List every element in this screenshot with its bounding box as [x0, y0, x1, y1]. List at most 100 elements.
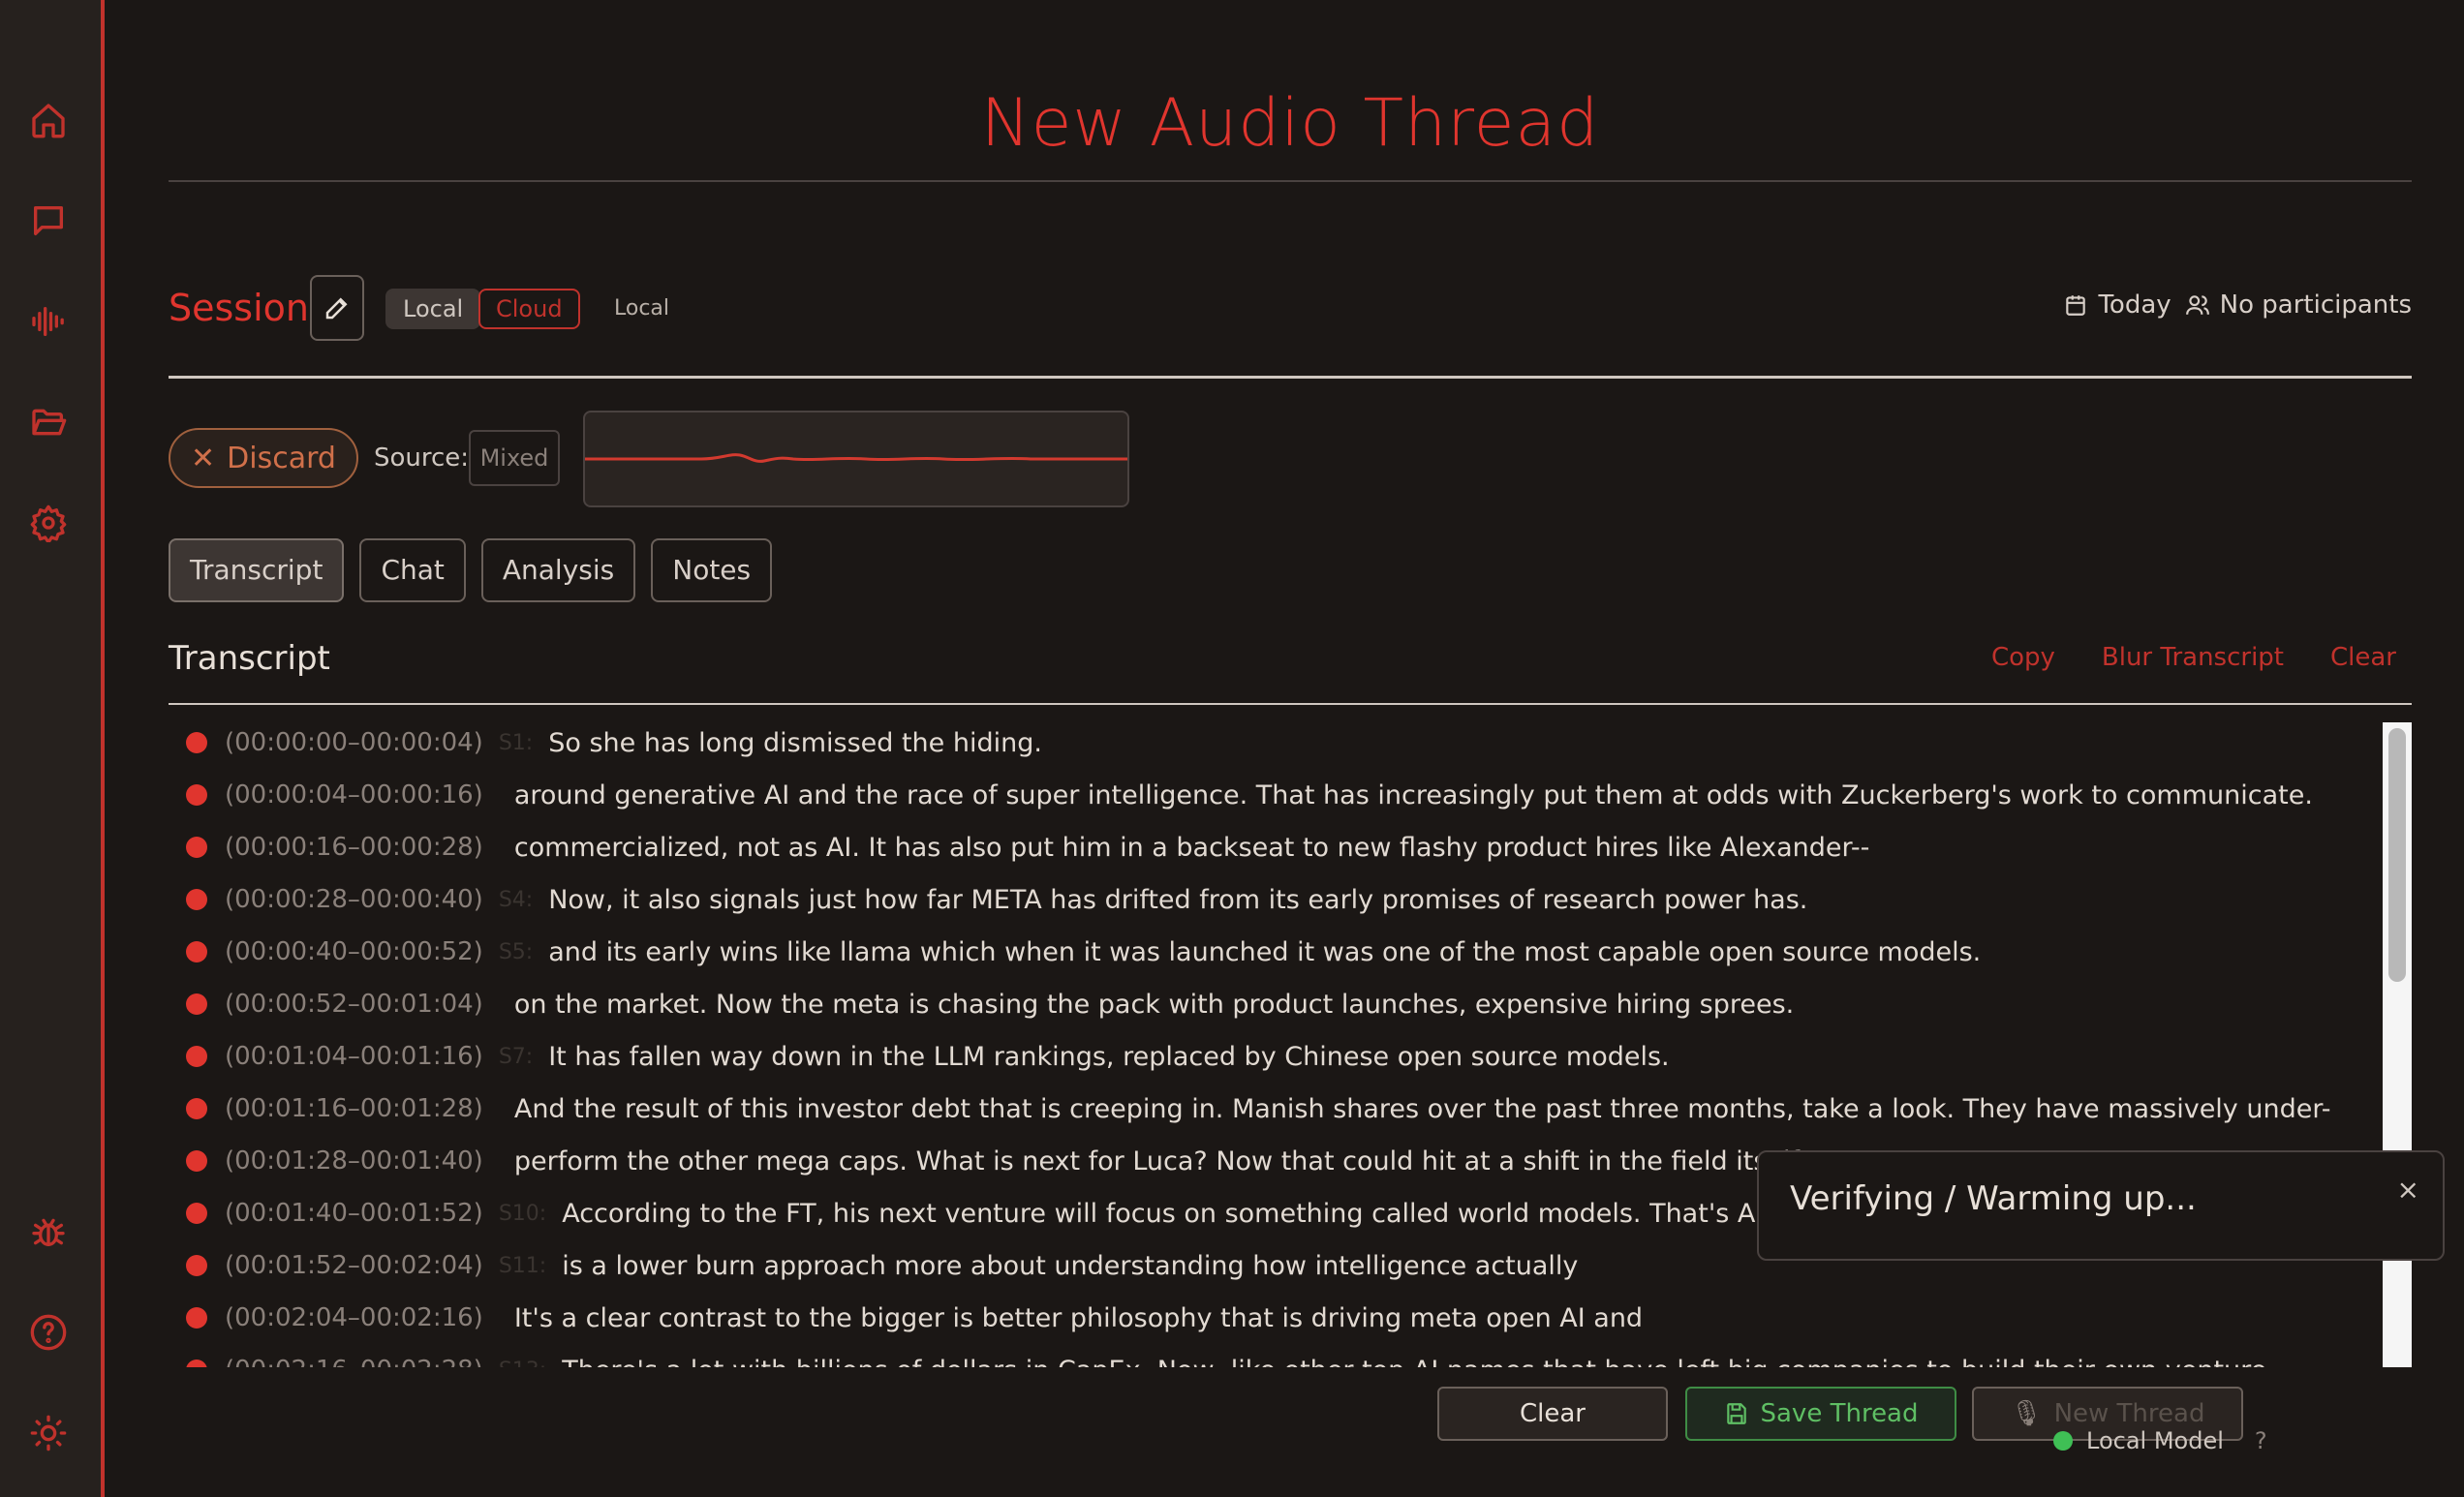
- tab-analysis[interactable]: Analysis: [480, 538, 636, 602]
- line-text: According to the FT, his next venture wi…: [562, 1198, 1954, 1229]
- close-icon: ✕: [191, 441, 216, 475]
- source-select[interactable]: Mixed: [469, 430, 560, 486]
- waveform-icon[interactable]: [27, 300, 70, 343]
- bug-icon[interactable]: [27, 1210, 70, 1253]
- session-participants[interactable]: No participants: [2185, 290, 2412, 320]
- copy-button[interactable]: Copy: [1991, 643, 2055, 672]
- discard-label: Discard: [227, 441, 336, 475]
- line-text: Now, it also signals just how far META h…: [548, 884, 1808, 915]
- toast-close-button[interactable]: ×: [2397, 1174, 2419, 1206]
- scrollbar-thumb[interactable]: [2388, 728, 2406, 982]
- save-icon: [1726, 1403, 1746, 1424]
- transcript-line[interactable]: (00:00:28–00:00:40) S4: Now, it also signa…: [186, 873, 1807, 926]
- line-text: and its early wins like llama which when…: [548, 936, 1982, 967]
- line-text: on the market. Now the meta is chasing t…: [513, 989, 1795, 1020]
- blur-transcript-button[interactable]: Blur Transcript: [2102, 643, 2284, 672]
- line-timestamp: (00:01:28–00:01:40): [225, 1146, 483, 1176]
- line-text: There's a lot with billions of dollars i…: [562, 1356, 2266, 1368]
- line-speaker: S11:: [498, 1253, 547, 1278]
- line-text: It has fallen way down in the LLM rankin…: [548, 1041, 1670, 1072]
- line-text: commercialized, not as AI. It has also p…: [513, 832, 1870, 863]
- transcript-line[interactable]: (00:00:52–00:01:04) on the market. Now th…: [186, 978, 1794, 1030]
- record-dot-icon[interactable]: [186, 784, 207, 806]
- tab-chat[interactable]: Chat: [359, 538, 466, 602]
- transcript-header: Transcript Copy Blur Transcript Clear: [169, 635, 2412, 686]
- transcript-line[interactable]: (00:01:04–00:01:16) S7: It has fallen way …: [186, 1030, 1670, 1083]
- help-icon[interactable]: [27, 1311, 70, 1354]
- transcript-line[interactable]: (00:00:00–00:00:04) S1: So she has long di…: [186, 717, 1042, 769]
- line-text: So she has long dismissed the hiding.: [548, 727, 1042, 758]
- transcript-title: Transcript: [169, 639, 330, 678]
- session-date[interactable]: Today: [2063, 290, 2171, 320]
- clear-transcript-button[interactable]: Clear: [2330, 643, 2396, 672]
- save-thread-label: Save Thread: [1760, 1399, 1919, 1428]
- model-status: Local Model ?: [2053, 1427, 2267, 1454]
- record-dot-icon[interactable]: [186, 1255, 207, 1276]
- toast-message: Verifying / Warming up...: [1790, 1179, 2197, 1218]
- users-icon: [2185, 295, 2209, 315]
- line-timestamp: (00:01:52–00:02:04): [225, 1251, 483, 1280]
- sun-icon[interactable]: [27, 1412, 70, 1454]
- mode-local-button[interactable]: Local: [385, 289, 481, 329]
- microphone-icon: 🎙: [2010, 1399, 2043, 1428]
- mode-cloud-button[interactable]: Cloud: [478, 289, 580, 329]
- record-dot-icon[interactable]: [186, 1360, 207, 1367]
- discard-button[interactable]: ✕ Discard: [169, 428, 358, 488]
- record-dot-icon[interactable]: [186, 1046, 207, 1067]
- transcript-divider: [169, 703, 2412, 705]
- line-speaker: S4:: [498, 887, 534, 912]
- transcript-line[interactable]: (00:02:04–00:02:16) It's a clear contrast…: [186, 1292, 1643, 1344]
- line-timestamp: (00:00:28–00:00:40): [225, 885, 483, 914]
- record-dot-icon[interactable]: [186, 837, 207, 858]
- transcript-list: (00:00:00–00:00:04) S1: So she has long di…: [186, 717, 2385, 1367]
- current-mode-text: Local: [614, 296, 670, 321]
- record-dot-icon[interactable]: [186, 732, 207, 753]
- line-text: It's a clear contrast to the bigger is b…: [513, 1302, 1644, 1333]
- record-dot-icon[interactable]: [186, 941, 207, 962]
- tab-notes[interactable]: Notes: [651, 538, 773, 602]
- line-speaker: S7:: [498, 1044, 534, 1069]
- model-status-label: Local Model: [2086, 1427, 2224, 1454]
- clear-button[interactable]: Clear: [1437, 1387, 1668, 1441]
- record-dot-icon[interactable]: [186, 1150, 207, 1172]
- sidebar: [0, 0, 105, 1497]
- transcript-line[interactable]: (00:01:16–00:01:28) And the result of thi…: [186, 1083, 2330, 1135]
- line-text: is a lower burn approach more about unde…: [562, 1250, 1579, 1281]
- line-text: And the result of this investor debt tha…: [513, 1093, 2331, 1124]
- line-timestamp: (00:02:16–00:02:28): [225, 1356, 483, 1367]
- line-text: around generative AI and the race of sup…: [513, 779, 2313, 810]
- record-dot-icon[interactable]: [186, 993, 207, 1015]
- home-icon[interactable]: [27, 99, 70, 141]
- chat-icon[interactable]: [27, 199, 70, 242]
- tab-transcript[interactable]: Transcript: [169, 538, 345, 602]
- pencil-icon: [325, 297, 348, 320]
- session-meta: Today No participants: [2063, 290, 2412, 320]
- line-timestamp: (00:00:40–00:00:52): [225, 937, 483, 966]
- help-icon[interactable]: ?: [2255, 1427, 2267, 1454]
- line-speaker: S13:: [499, 1359, 546, 1368]
- line-speaker: S10:: [498, 1201, 547, 1226]
- transcript-line[interactable]: (00:01:52–00:02:04) S11: is a lower burn a…: [186, 1239, 1578, 1292]
- transcript-line[interactable]: (00:02:16–00:02:28) S13: There's a lot wit…: [186, 1344, 2266, 1367]
- transcript-line[interactable]: (00:01:40–00:01:52) S10: According to the …: [186, 1187, 1953, 1239]
- record-dot-icon[interactable]: [186, 1307, 207, 1329]
- save-thread-button[interactable]: Save Thread: [1685, 1387, 1956, 1441]
- transcript-line[interactable]: (00:00:40–00:00:52) S5: and its early wins…: [186, 926, 1981, 978]
- title-divider: [169, 180, 2412, 182]
- line-timestamp: (00:01:16–00:01:28): [225, 1094, 483, 1123]
- session-label: Session: [169, 287, 309, 329]
- line-timestamp: (00:00:16–00:00:28): [225, 833, 483, 862]
- transcript-scrollbar[interactable]: [2383, 722, 2412, 1367]
- record-dot-icon[interactable]: [186, 1203, 207, 1224]
- record-dot-icon[interactable]: [186, 889, 207, 910]
- record-dot-icon[interactable]: [186, 1098, 207, 1119]
- transcript-line[interactable]: (00:00:04–00:00:16) around generative AI …: [186, 769, 2313, 821]
- calendar-icon: [2066, 295, 2086, 316]
- gear-icon[interactable]: [27, 502, 70, 544]
- line-timestamp: (00:00:00–00:00:04): [225, 728, 483, 757]
- folder-icon[interactable]: [27, 401, 70, 443]
- transcript-line[interactable]: (00:00:16–00:00:28) commercialized, not a…: [186, 821, 1869, 873]
- session-bar: Session Local Cloud Local Today No parti…: [169, 273, 2412, 343]
- edit-session-button[interactable]: [310, 275, 364, 341]
- transcript-line[interactable]: (00:01:28–00:01:40) perform the other meg…: [186, 1135, 1806, 1187]
